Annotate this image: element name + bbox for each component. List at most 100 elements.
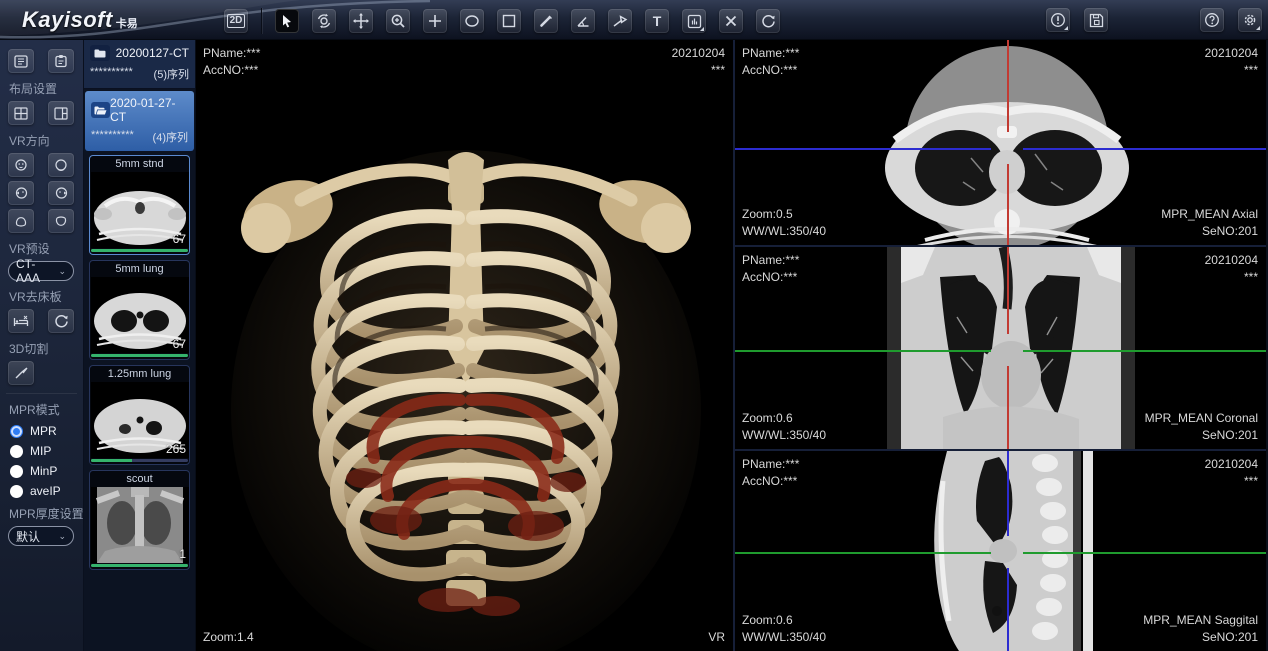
mode-2d-button[interactable]: 2D: [224, 9, 248, 33]
mpr-sagittal-viewport[interactable]: PName:*** AccNO:*** 20210204 *** Zoom:0.…: [735, 449, 1266, 651]
mpr-wwwl: WW/WL:350/40: [742, 629, 826, 646]
mpr-masked: ***: [1205, 269, 1258, 286]
restore-bed-button[interactable]: [48, 309, 74, 333]
mpr-mode-label: MPR模式: [9, 401, 77, 418]
layout-main-side-button[interactable]: [48, 101, 74, 125]
thumbnail-label: 5mm stnd: [91, 157, 188, 172]
radio-unselected-icon: [10, 485, 23, 498]
vr-direction-superior-button[interactable]: [8, 209, 34, 233]
sagittal-crosshair-horizontal-green[interactable]: [735, 552, 991, 554]
series-thumbnail-5mm-stnd[interactable]: 5mm stnd 67: [89, 155, 190, 255]
bed-icon: [13, 315, 29, 328]
sagittal-crosshair-horizontal-green[interactable]: [1023, 552, 1266, 554]
axial-overlay-topleft: PName:*** AccNO:***: [742, 45, 799, 79]
mpr-mode-radio-aveip[interactable]: aveIP: [10, 484, 77, 498]
mpr-axial-viewport[interactable]: PName:*** AccNO:*** 20210204 *** Zoom:0.…: [735, 40, 1266, 245]
cut3d-label: 3D切割: [9, 340, 77, 357]
text-annotation-tool-button[interactable]: T: [645, 9, 669, 33]
vr-direction-anterior-button[interactable]: [8, 153, 34, 177]
vr-direction-left-button[interactable]: [8, 181, 34, 205]
thumbnail-image-axial-soft: 67: [91, 172, 189, 248]
window-level-tool-button[interactable]: [682, 9, 706, 33]
coronal-crosshair-vertical-red[interactable]: [1007, 366, 1009, 449]
ellipse-roi-tool-button[interactable]: [460, 9, 484, 33]
crosshair-tool-button[interactable]: [423, 9, 447, 33]
report-info-button[interactable]: [1046, 8, 1070, 32]
arrow-annotation-tool-button[interactable]: [608, 9, 632, 33]
pencil-ruler-icon: [539, 14, 553, 28]
2d-icon: 2D: [227, 14, 246, 28]
remove-bed-button[interactable]: [8, 309, 34, 333]
mpr-mode-radio-mip[interactable]: MIP: [10, 444, 77, 458]
layout-grid-button[interactable]: [8, 101, 34, 125]
thumbnail-image-axial-lung-thin: 265: [91, 382, 189, 458]
axial-crosshair-horizontal-blue[interactable]: [735, 148, 991, 150]
mpr-wwwl: WW/WL:350/40: [742, 223, 826, 240]
mpr-seno: SeNO:201: [1161, 223, 1258, 240]
grid-2x2-icon: [14, 107, 28, 120]
pointer-tool-button[interactable]: [275, 9, 299, 33]
mpr-thickness-select[interactable]: 默认 ⌄: [8, 526, 74, 546]
vr-direction-inferior-button[interactable]: [48, 209, 74, 233]
thumbnail-progress-bar: [91, 354, 188, 357]
pan-tool-button[interactable]: [349, 9, 373, 33]
vr-direction-right-button[interactable]: [48, 181, 74, 205]
help-button[interactable]: [1200, 8, 1224, 32]
zoom-tool-button[interactable]: [386, 9, 410, 33]
axial-overlay-bottomright: MPR_MEAN Axial SeNO:201: [1161, 206, 1258, 240]
mpr-coronal-viewport[interactable]: PName:*** AccNO:*** 20210204 *** Zoom:0.…: [735, 245, 1266, 449]
vr-3d-viewport[interactable]: PName:*** AccNO:*** 20210204 *** Zoom:1.…: [196, 40, 735, 651]
axial-crosshair-horizontal-blue[interactable]: [1023, 148, 1266, 150]
toolbar-settings-group: [1200, 8, 1262, 32]
toggle-series-panel-button[interactable]: [8, 49, 34, 73]
thumbnail-progress-bar: [91, 564, 188, 567]
arrow-marker-icon: [612, 14, 628, 28]
series-thumbnail-1-25mm-lung[interactable]: 1.25mm lung 265: [89, 365, 190, 465]
sagittal-crosshair-vertical-blue[interactable]: [1007, 568, 1009, 651]
mpr-mode-radio-mpr[interactable]: MPR: [10, 424, 77, 438]
vr-preset-select[interactable]: CT-AAA ⌄: [8, 261, 74, 281]
study-title: 20200127-CT: [116, 46, 189, 60]
vr-masked: ***: [672, 62, 725, 79]
mpr-plane-label: MPR_MEAN Saggital: [1143, 612, 1258, 629]
radio-unselected-icon: [10, 445, 23, 458]
head-left-icon: [14, 186, 29, 200]
vr-direction-posterior-button[interactable]: [48, 153, 74, 177]
scalpel-cut-button[interactable]: [8, 361, 34, 385]
series-thumbnail-scout[interactable]: scout 1: [89, 470, 190, 570]
series-thumbnail-5mm-lung[interactable]: 5mm lung 67: [89, 260, 190, 360]
vr-preset-value: CT-AAA: [16, 257, 58, 285]
coronal-crosshair-vertical-red[interactable]: [1007, 247, 1009, 334]
mpr-mode-radio-minp[interactable]: MinP: [10, 464, 77, 478]
vr-overlay-zoom: Zoom:1.4: [203, 629, 254, 646]
axial-overlay-topright: 20210204 ***: [1205, 45, 1258, 79]
length-measure-tool-button[interactable]: [534, 9, 558, 33]
save-export-button[interactable]: [1084, 8, 1108, 32]
vr-preset-label: VR预设: [9, 240, 77, 257]
reset-view-button[interactable]: [756, 9, 780, 33]
thumbnail-image-count: 265: [166, 442, 186, 456]
study-series-count: (5)序列: [154, 66, 189, 82]
vr-ribcage-render: [196, 40, 735, 651]
coronal-crosshair-horizontal-green[interactable]: [1023, 350, 1266, 352]
thumbnail-label: 5mm lung: [91, 262, 188, 277]
sagittal-crosshair-vertical-blue[interactable]: [1007, 451, 1009, 536]
coronal-crosshair-horizontal-green[interactable]: [735, 350, 991, 352]
head-right-icon: [54, 186, 69, 200]
axial-crosshair-vertical-red[interactable]: [1007, 164, 1009, 245]
angle-measure-tool-button[interactable]: [571, 9, 595, 33]
toggle-report-panel-button[interactable]: [48, 49, 74, 73]
settings-button[interactable]: [1238, 8, 1262, 32]
rectangle-roi-tool-button[interactable]: [497, 9, 521, 33]
browse-series-tool-button[interactable]: [312, 9, 336, 33]
study-item-2020-01-27[interactable]: 2020-01-27-CT ********** (4)序列: [85, 91, 194, 151]
mpr-pname: PName:***: [742, 456, 799, 473]
study-item-20200127[interactable]: 20200127-CT ********** (5)序列: [84, 40, 195, 89]
head-front-icon: [14, 158, 28, 173]
mpr-plane-label: MPR_MEAN Axial: [1161, 206, 1258, 223]
mpr-zoom: Zoom:0.6: [742, 410, 826, 427]
chevron-down-icon: ⌄: [58, 266, 66, 277]
delete-annotation-button[interactable]: [719, 9, 743, 33]
axial-crosshair-vertical-red[interactable]: [1007, 40, 1009, 132]
thumbnail-progress-bar: [91, 249, 188, 252]
